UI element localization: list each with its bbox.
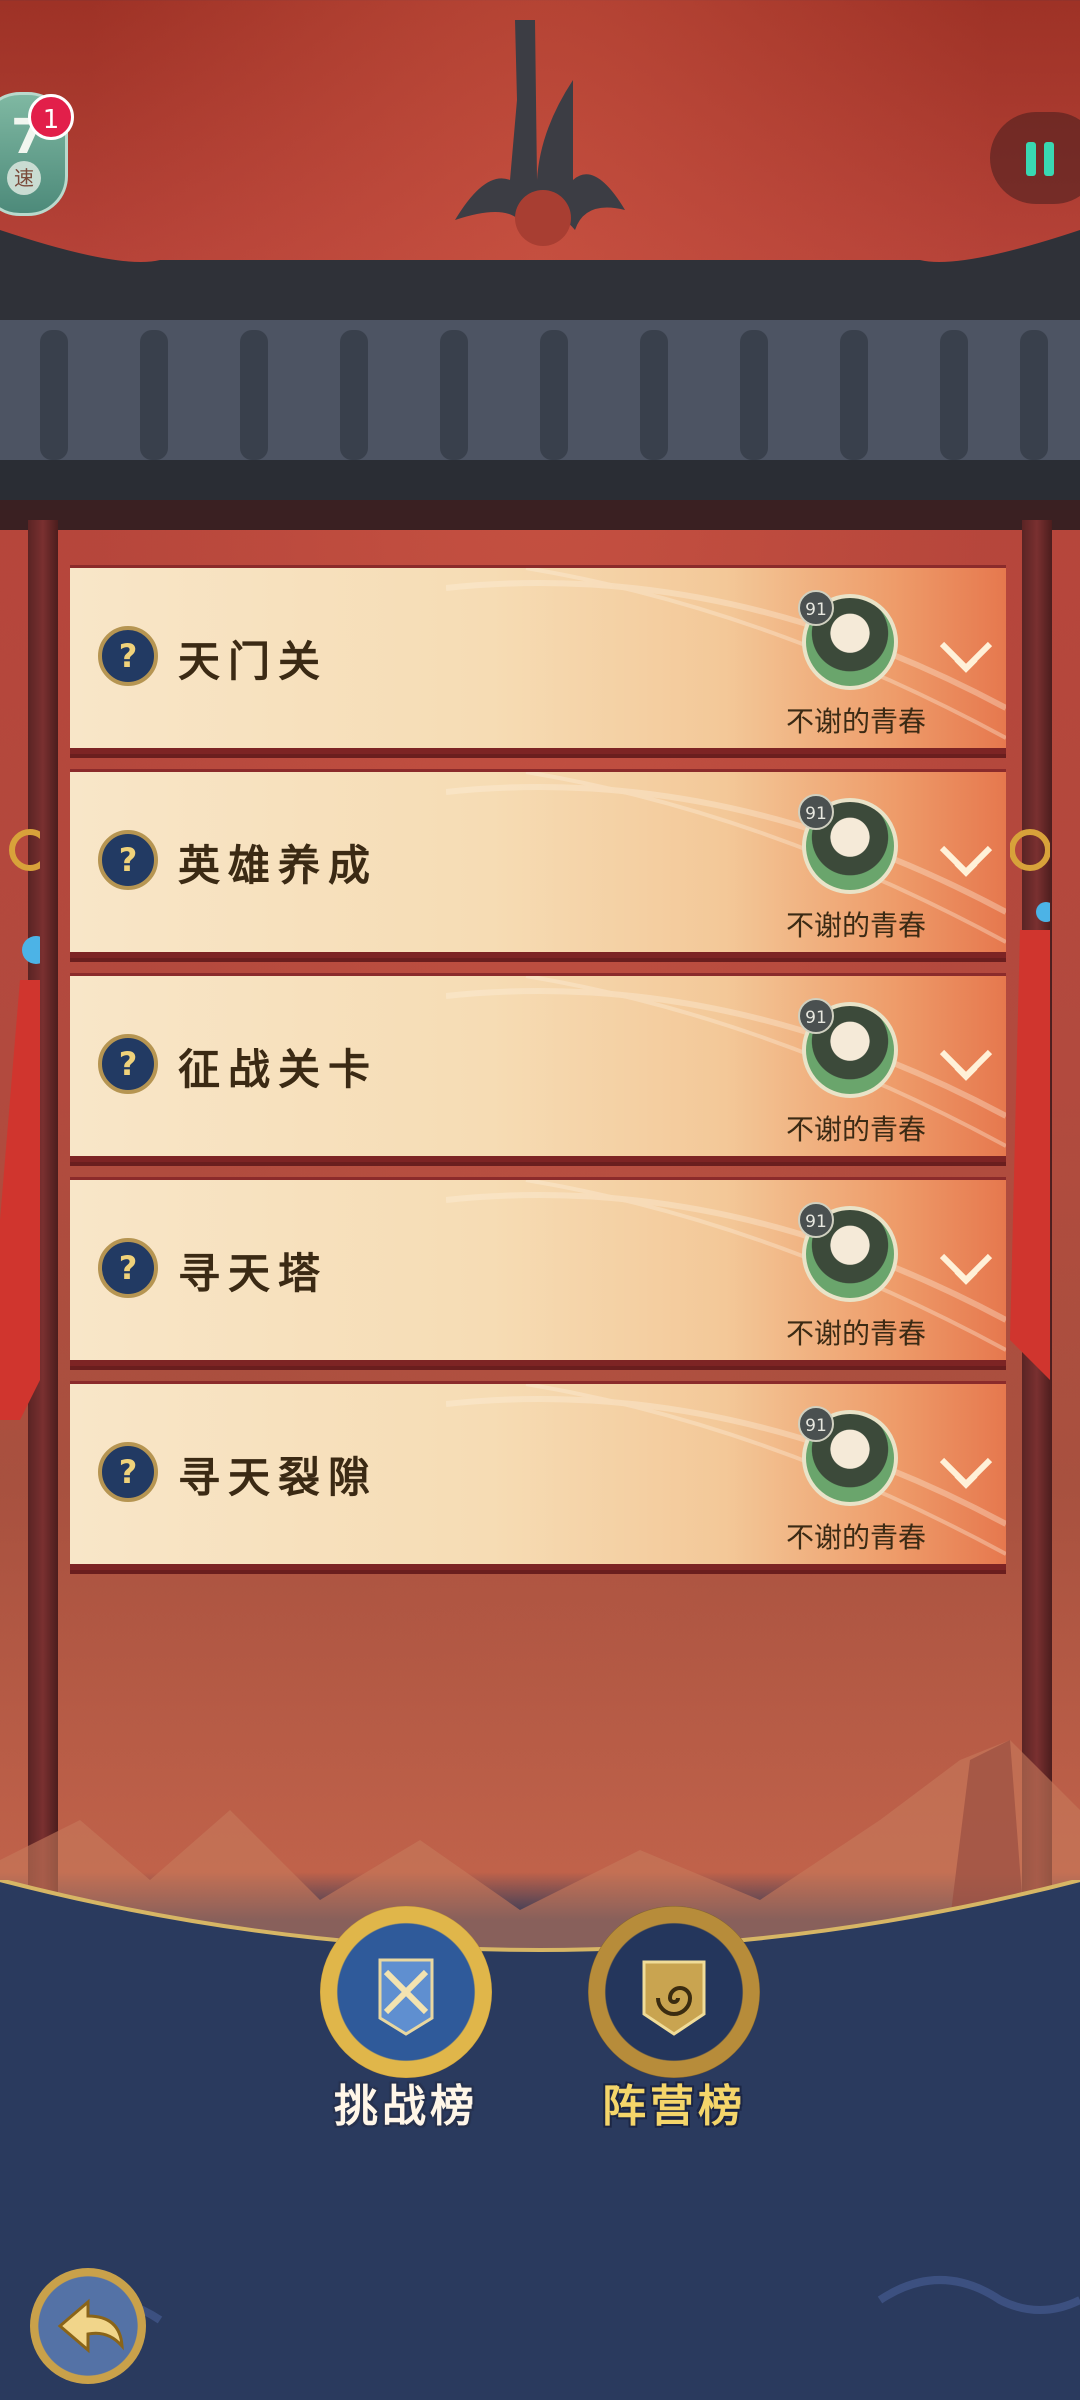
challenge-rank-button[interactable] (320, 1906, 492, 2078)
chevron-down-icon[interactable] (938, 1046, 994, 1086)
speed-badge-char: 速 (7, 161, 41, 195)
chevron-down-icon[interactable] (938, 842, 994, 882)
pause-button[interactable] (990, 112, 1080, 204)
camp-rank-label[interactable]: 阵营榜 (554, 2070, 794, 2134)
chevron-down-icon[interactable] (938, 1454, 994, 1494)
crossed-swords-icon (378, 1958, 434, 2036)
help-icon[interactable]: ? (98, 1238, 158, 1298)
quest-title: 寻天裂隙 (178, 1453, 379, 1502)
player-name: 不谢的青春 (785, 1113, 926, 1146)
roof-beam (0, 500, 1080, 530)
quest-row[interactable]: ? 寻天裂隙 91 不谢的青春 (70, 1381, 1006, 1570)
right-tassel (1010, 829, 1050, 1380)
player-level-badge: 91 (798, 998, 834, 1034)
quest-title: 征战关卡 (178, 1045, 379, 1094)
quest-list: ? 天门关 91 不谢的青春 ? 英雄养成 91 不谢的青春 ? 征战关卡 91… (70, 565, 1010, 1585)
help-icon[interactable]: ? (98, 830, 158, 890)
camp-rank-button[interactable] (588, 1906, 760, 2078)
challenge-rank-label[interactable]: 挑战榜 (286, 2070, 526, 2134)
back-arrow-icon (57, 2298, 124, 2354)
player-name: 不谢的青春 (785, 1317, 926, 1350)
left-tassel (0, 829, 40, 1420)
pause-icon-bar (1026, 142, 1036, 176)
player-name: 不谢的青春 (785, 909, 926, 942)
chevron-down-icon[interactable] (938, 638, 994, 678)
player-level-badge: 91 (798, 794, 834, 830)
player-level-badge: 91 (798, 1202, 834, 1238)
quest-row[interactable]: ? 天门关 91 不谢的青春 (70, 565, 1006, 754)
help-icon[interactable]: ? (98, 1442, 158, 1502)
help-icon[interactable]: ? (98, 1034, 158, 1094)
pause-icon-bar (1044, 142, 1054, 176)
player-level-badge: 91 (798, 590, 834, 626)
back-button[interactable] (30, 2268, 146, 2384)
notification-badge: 1 (28, 94, 74, 140)
spiral-shield-icon (642, 1960, 706, 2036)
quest-title: 寻天塔 (178, 1249, 329, 1298)
help-icon[interactable]: ? (98, 626, 158, 686)
quest-row[interactable]: ? 英雄养成 91 不谢的青春 (70, 769, 1006, 958)
player-name: 不谢的青春 (785, 1521, 926, 1554)
chevron-down-icon[interactable] (938, 1250, 994, 1290)
bottom-panel (0, 1880, 1080, 2400)
pavilion-roof (0, 230, 1080, 500)
quest-row[interactable]: ? 寻天塔 91 不谢的青春 (70, 1177, 1006, 1366)
quest-title: 英雄养成 (178, 841, 379, 890)
quest-title: 天门关 (178, 637, 329, 686)
quest-row[interactable]: ? 征战关卡 91 不谢的青春 (70, 973, 1006, 1162)
player-name: 不谢的青春 (785, 705, 926, 738)
player-level-badge: 91 (798, 1406, 834, 1442)
